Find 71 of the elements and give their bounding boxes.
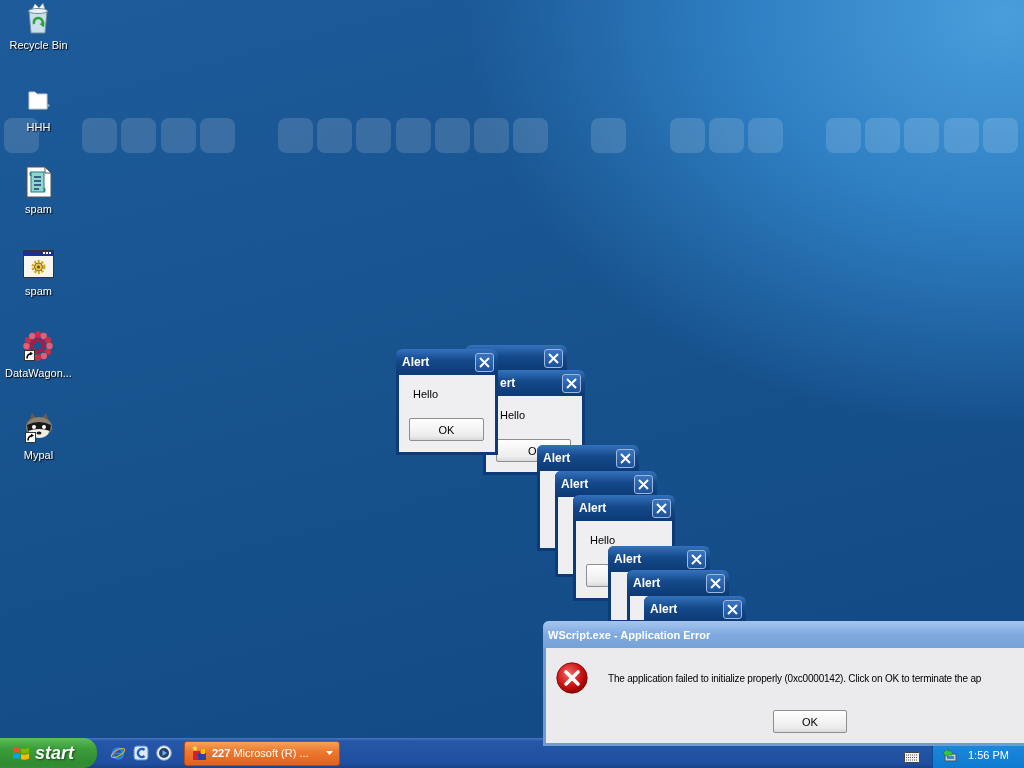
close-button[interactable] xyxy=(723,599,742,619)
desktop-icon[interactable]: DataWagon... xyxy=(5,330,72,379)
window-title: Alert xyxy=(561,477,589,491)
window-title: Alert xyxy=(633,576,661,590)
keyboard-icon[interactable] xyxy=(904,751,920,763)
error-icon xyxy=(556,662,588,694)
play-icon[interactable] xyxy=(156,745,172,761)
close-button[interactable] xyxy=(544,348,563,368)
monitor-arrow-icon[interactable] xyxy=(942,748,958,763)
close-button[interactable] xyxy=(616,448,635,468)
window-title: Alert xyxy=(543,451,571,465)
window-title: Alert xyxy=(402,355,430,369)
desktop-icon[interactable]: Mypal xyxy=(22,412,55,461)
wallpaper-tile xyxy=(278,118,314,153)
wallpaper-tile xyxy=(943,118,979,153)
wallpaper-tile xyxy=(982,118,1018,153)
wallpaper-tile xyxy=(865,118,901,153)
wallpaper-tile xyxy=(591,118,627,153)
close-icon xyxy=(727,603,738,615)
close-button[interactable] xyxy=(706,573,725,593)
wallpaper-tile xyxy=(121,118,157,153)
wallpaper-tile xyxy=(826,118,862,153)
wallpaper-tile xyxy=(356,118,392,153)
window-title: Alert xyxy=(614,552,642,566)
wallpaper-tile xyxy=(160,118,196,153)
wallpaper-tile xyxy=(82,118,118,153)
dialog-button[interactable]: OK xyxy=(409,418,484,441)
start-button[interactable]: start xyxy=(0,738,97,768)
window-title: Alert xyxy=(579,501,607,515)
desktop-icon[interactable]: Recycle Bin xyxy=(9,2,68,51)
wallpaper-tile xyxy=(434,118,470,153)
close-icon xyxy=(620,452,631,464)
wallpaper-tile xyxy=(747,118,783,153)
alert-message: Hello xyxy=(590,534,616,546)
wallpaper-tile xyxy=(669,118,705,153)
close-icon xyxy=(548,352,559,364)
desktop-icon[interactable]: spam xyxy=(22,166,55,215)
window-title: WScript.exe - Application Error xyxy=(548,628,711,641)
wallpaper-tile xyxy=(904,118,940,153)
close-icon xyxy=(479,356,490,368)
close-button[interactable] xyxy=(475,352,494,372)
clock-time: 1:56 PM xyxy=(968,749,1009,762)
alert-message: Hello xyxy=(413,388,439,400)
wallpaper-tile xyxy=(512,118,548,153)
swirl-icon[interactable] xyxy=(133,745,149,761)
close-icon xyxy=(710,577,721,589)
wallpaper-tile xyxy=(395,118,431,153)
wallpaper-tile xyxy=(708,118,744,153)
wallpaper-tile xyxy=(473,118,509,153)
error-message: The application failed to initialize properly (0xc0000142). Click on OK to terminate the ap xyxy=(608,672,982,684)
desktop-icon[interactable]: HHH xyxy=(22,84,55,133)
close-icon xyxy=(638,478,649,490)
ok-button[interactable]: OK xyxy=(773,710,847,733)
close-button[interactable] xyxy=(687,549,706,569)
dialog-button[interactable] xyxy=(586,564,609,587)
flag-icon xyxy=(12,744,30,762)
close-icon xyxy=(656,502,667,514)
caret-icon xyxy=(326,751,333,755)
window-title: ert xyxy=(500,376,516,390)
wallpaper-tile xyxy=(317,118,353,153)
close-icon xyxy=(566,377,577,389)
window-title: Alert xyxy=(650,602,678,616)
alert-message: Hello xyxy=(500,409,526,421)
close-button[interactable] xyxy=(652,498,671,518)
desktop-icon[interactable]: spam xyxy=(22,248,55,297)
close-button[interactable] xyxy=(562,373,581,393)
colored-blocks-icon xyxy=(192,745,208,761)
browser-icon[interactable] xyxy=(110,745,126,761)
close-icon xyxy=(691,553,702,565)
wallpaper-tile xyxy=(199,118,235,153)
close-button[interactable] xyxy=(634,474,653,494)
